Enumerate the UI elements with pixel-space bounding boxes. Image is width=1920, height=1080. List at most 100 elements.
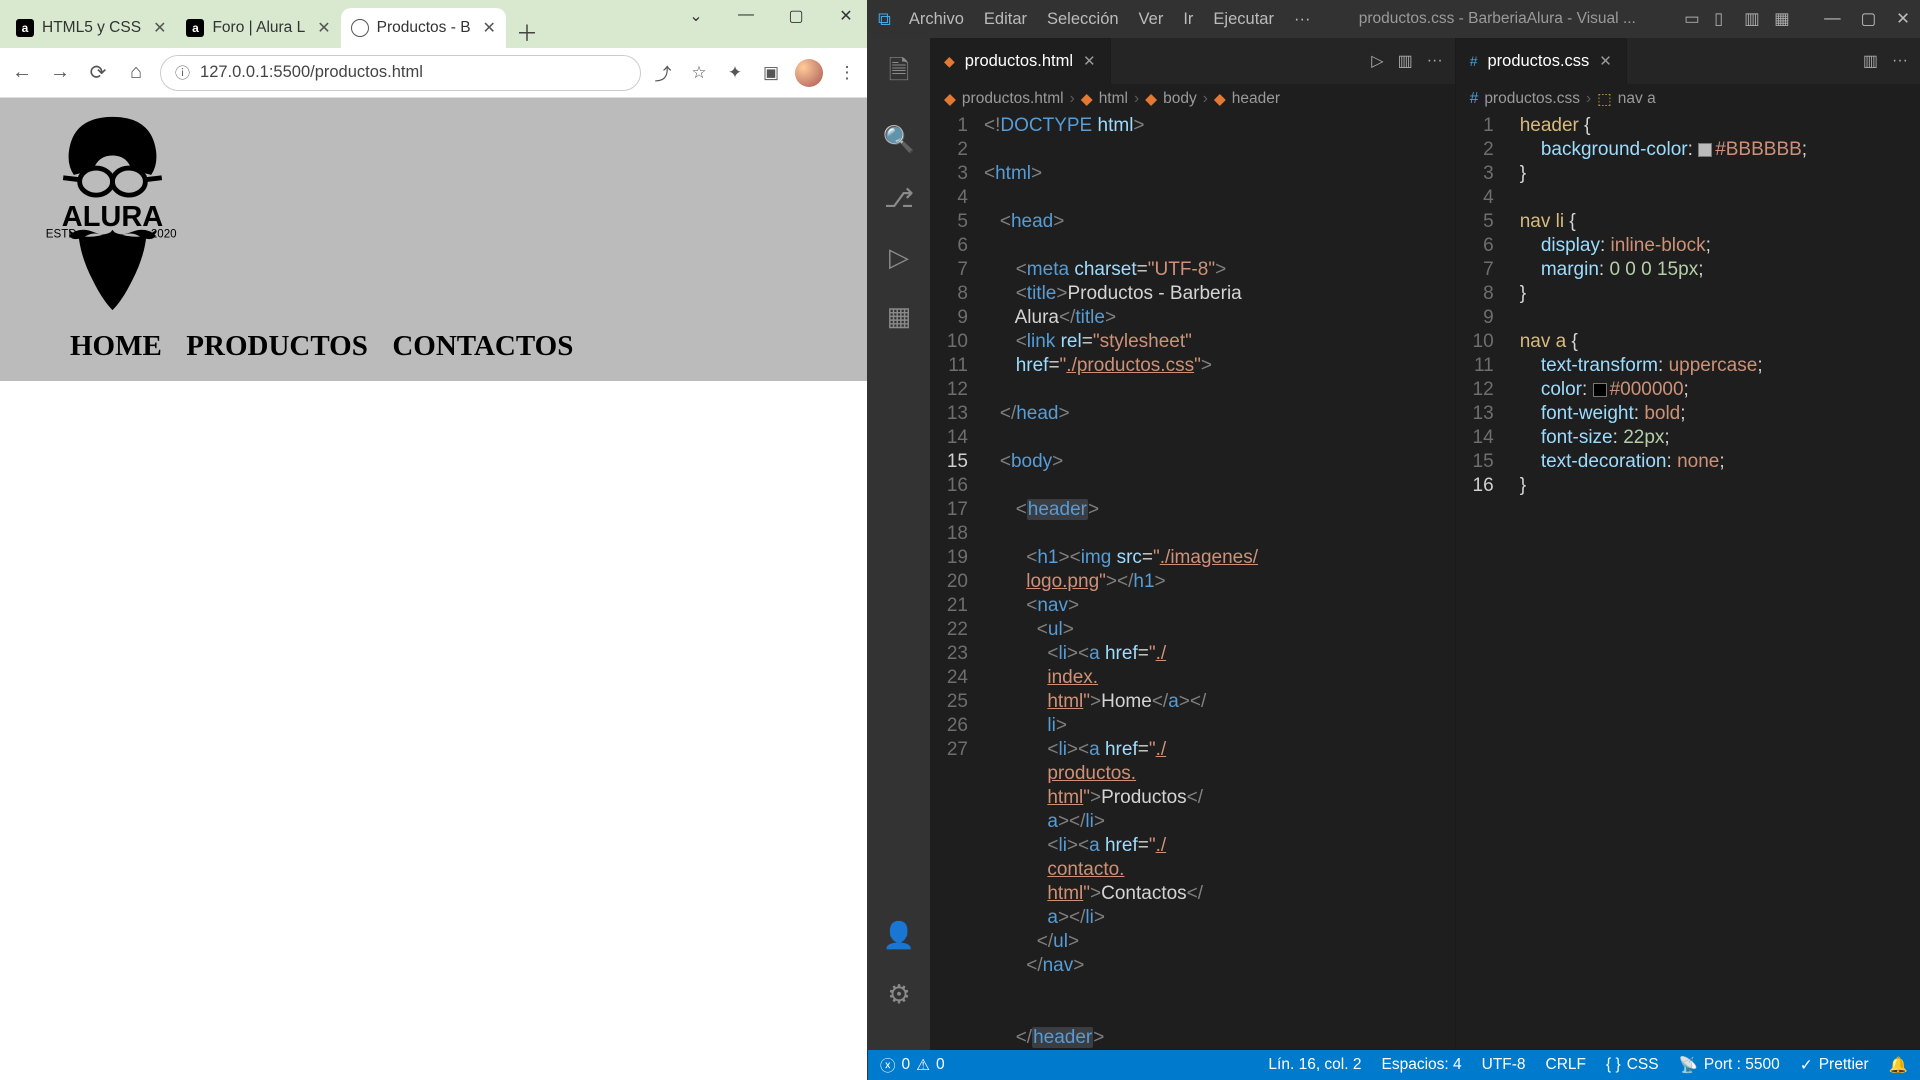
nav-productos-link[interactable]: PRODUCTOS — [186, 330, 368, 362]
search-icon[interactable]: 🔍 — [883, 124, 915, 155]
editor-tab-productos-html[interactable]: ◆ productos.html ✕ — [930, 38, 1111, 84]
maximize-button[interactable]: ▢ — [1861, 9, 1877, 29]
toolbar-actions: ⤴ ☆ ✦ ▣ ⋮ — [651, 59, 859, 87]
page-nav: HOME PRODUCTOS CONTACTOS — [0, 320, 867, 373]
layout-icon[interactable]: ▦ — [1774, 9, 1794, 29]
layout-icon[interactable]: ▭ — [1684, 9, 1704, 29]
forward-button[interactable]: → — [46, 59, 74, 87]
menu-editar[interactable]: Editar — [984, 10, 1027, 29]
minimize-button[interactable]: — — [1824, 9, 1841, 29]
minimap[interactable] — [1397, 114, 1455, 1050]
nav-home-link[interactable]: HOME — [70, 330, 162, 362]
menu-ver[interactable]: Ver — [1139, 10, 1164, 29]
browser-window: a HTML5 y CSS ✕ a Foro | Alura L ✕ Produ… — [0, 0, 868, 1080]
back-button[interactable]: ← — [8, 59, 36, 87]
close-button[interactable]: ✕ — [831, 6, 861, 26]
maximize-button[interactable]: ▢ — [781, 6, 811, 26]
layout-icon[interactable]: ▯ — [1714, 9, 1734, 29]
breadcrumb-file: productos.css — [1484, 90, 1580, 108]
editor-pane-html: ◆ productos.html ✕ ▷ ▥ ··· ◆ productos.h… — [930, 38, 1456, 1050]
code-editor-html[interactable]: 1234567891011121314151617181920212223242… — [930, 114, 1455, 1050]
tab-close-icon[interactable]: ✕ — [483, 18, 496, 38]
tab-close-icon[interactable]: ✕ — [317, 18, 330, 38]
layout-controls: ▭ ▯ ▥ ▦ — [1684, 9, 1794, 29]
profile-avatar[interactable] — [795, 59, 823, 87]
explorer-icon[interactable]: 🗎 — [889, 52, 910, 96]
barberia-logo-icon: ALURA ESTD 2020 — [40, 112, 185, 315]
line-gutter: 12345678910111213141516 — [1456, 114, 1510, 1050]
menu-more[interactable]: ··· — [1294, 10, 1310, 29]
source-control-icon[interactable]: ⎇ — [884, 183, 914, 214]
tab-label: productos.html — [965, 52, 1073, 71]
page-viewport: ALURA ESTD 2020 HOME PRODUCTOS CONTACTOS — [0, 98, 867, 1080]
minimize-button[interactable]: — — [731, 6, 761, 26]
browser-tab-2[interactable]: Productos - B ✕ — [341, 8, 506, 48]
extensions-icon[interactable]: ▦ — [887, 301, 912, 332]
tab-close-icon[interactable]: ✕ — [153, 18, 166, 38]
editor-tab-productos-css[interactable]: # productos.css ✕ — [1456, 38, 1627, 84]
menu-ir[interactable]: Ir — [1183, 10, 1193, 29]
close-button[interactable]: ✕ — [1896, 9, 1910, 29]
breadcrumb-right[interactable]: # productos.css ›⬚ nav a — [1456, 84, 1920, 114]
menu-dots-icon[interactable]: ⋮ — [835, 61, 859, 85]
tab-close-icon[interactable]: ✕ — [1599, 52, 1612, 70]
page-header: ALURA ESTD 2020 HOME PRODUCTOS CONTACTOS — [0, 98, 867, 381]
status-encoding[interactable]: UTF-8 — [1482, 1056, 1526, 1074]
run-debug-icon[interactable]: ▷ — [889, 242, 909, 273]
css-file-icon: # — [1470, 90, 1479, 108]
settings-gear-icon[interactable]: ⚙ — [887, 979, 910, 1010]
html-file-icon: ◆ — [944, 90, 956, 109]
layout-icon[interactable]: ▥ — [1744, 9, 1764, 29]
split-editor-icon[interactable]: ▥ — [1398, 51, 1413, 71]
address-text: 127.0.0.1:5500/productos.html — [200, 63, 423, 82]
dropdown-icon[interactable]: ⌄ — [681, 6, 711, 26]
status-liveserver[interactable]: 📡 Port : 5500 — [1679, 1056, 1780, 1075]
code-content[interactable]: header { background-color: #BBBBBB;} nav… — [1510, 114, 1862, 1050]
breadcrumb-item: nav a — [1618, 90, 1656, 108]
site-info-icon[interactable]: ⓘ — [175, 62, 190, 83]
bookmark-icon[interactable]: ☆ — [687, 61, 711, 85]
editor-tabs-left: ◆ productos.html ✕ ▷ ▥ ··· — [930, 38, 1455, 84]
address-bar[interactable]: ⓘ 127.0.0.1:5500/productos.html — [160, 55, 641, 91]
menu-seleccion[interactable]: Selección — [1047, 10, 1119, 29]
tab-close-icon[interactable]: ✕ — [1083, 52, 1096, 70]
status-bar: ⓧ 0 ⚠ 0 Lín. 16, col. 2 Espacios: 4 UTF-… — [868, 1050, 1920, 1080]
more-actions-icon[interactable]: ··· — [1892, 52, 1908, 70]
split-editor-icon[interactable]: ▥ — [1863, 51, 1878, 71]
minimap[interactable] — [1862, 114, 1920, 1050]
sidepanel-icon[interactable]: ▣ — [759, 61, 783, 85]
vscode-window-title: productos.css - BarberiaAlura - Visual .… — [1328, 10, 1666, 28]
vscode-titlebar: ⧉ Archivo Editar Selección Ver Ir Ejecut… — [868, 0, 1920, 38]
run-icon[interactable]: ▷ — [1371, 51, 1383, 71]
new-tab-button[interactable]: ＋ — [506, 16, 548, 48]
status-spaces[interactable]: Espacios: 4 — [1381, 1056, 1461, 1074]
tab-title: Foro | Alura L — [212, 19, 305, 37]
extensions-icon[interactable]: ✦ — [723, 61, 747, 85]
status-eol[interactable]: CRLF — [1546, 1056, 1586, 1074]
home-button[interactable]: ⌂ — [122, 59, 150, 87]
code-editor-css[interactable]: 12345678910111213141516 header { backgro… — [1456, 114, 1920, 1050]
status-cursor[interactable]: Lín. 16, col. 2 — [1268, 1056, 1361, 1074]
vscode-window-controls: — ▢ ✕ — [1824, 9, 1910, 29]
code-content[interactable]: <!DOCTYPE html> <html> <head> <meta char… — [984, 114, 1397, 1050]
status-errors[interactable]: ⓧ 0 ⚠ 0 — [880, 1054, 945, 1076]
status-prettier[interactable]: ✓ Prettier — [1800, 1056, 1869, 1075]
browser-tab-0[interactable]: a HTML5 y CSS ✕ — [6, 8, 176, 48]
menu-archivo[interactable]: Archivo — [909, 10, 964, 29]
nav-contactos-link[interactable]: CONTACTOS — [392, 330, 573, 362]
status-notifications-icon[interactable]: 🔔 — [1889, 1056, 1908, 1075]
accounts-icon[interactable]: 👤 — [883, 920, 915, 951]
status-language[interactable]: { } CSS — [1606, 1056, 1659, 1074]
more-actions-icon[interactable]: ··· — [1427, 52, 1443, 70]
editor-tabs-right: # productos.css ✕ ▥ ··· — [1456, 38, 1920, 84]
menu-ejecutar[interactable]: Ejecutar — [1213, 10, 1274, 29]
line-gutter: 1234567891011121314151617181920212223242… — [930, 114, 984, 1050]
tab-title: Productos - B — [377, 19, 471, 37]
reload-button[interactable]: ⟳ — [84, 59, 112, 87]
tab-title: HTML5 y CSS — [42, 19, 141, 37]
breadcrumb-item: header — [1232, 90, 1280, 108]
css-file-icon: # — [1470, 53, 1478, 69]
browser-tab-1[interactable]: a Foro | Alura L ✕ — [176, 8, 340, 48]
share-icon[interactable]: ⤴ — [651, 61, 675, 85]
breadcrumb-left[interactable]: ◆ productos.html ›◆ html ›◆ body ›◆ head… — [930, 84, 1455, 114]
